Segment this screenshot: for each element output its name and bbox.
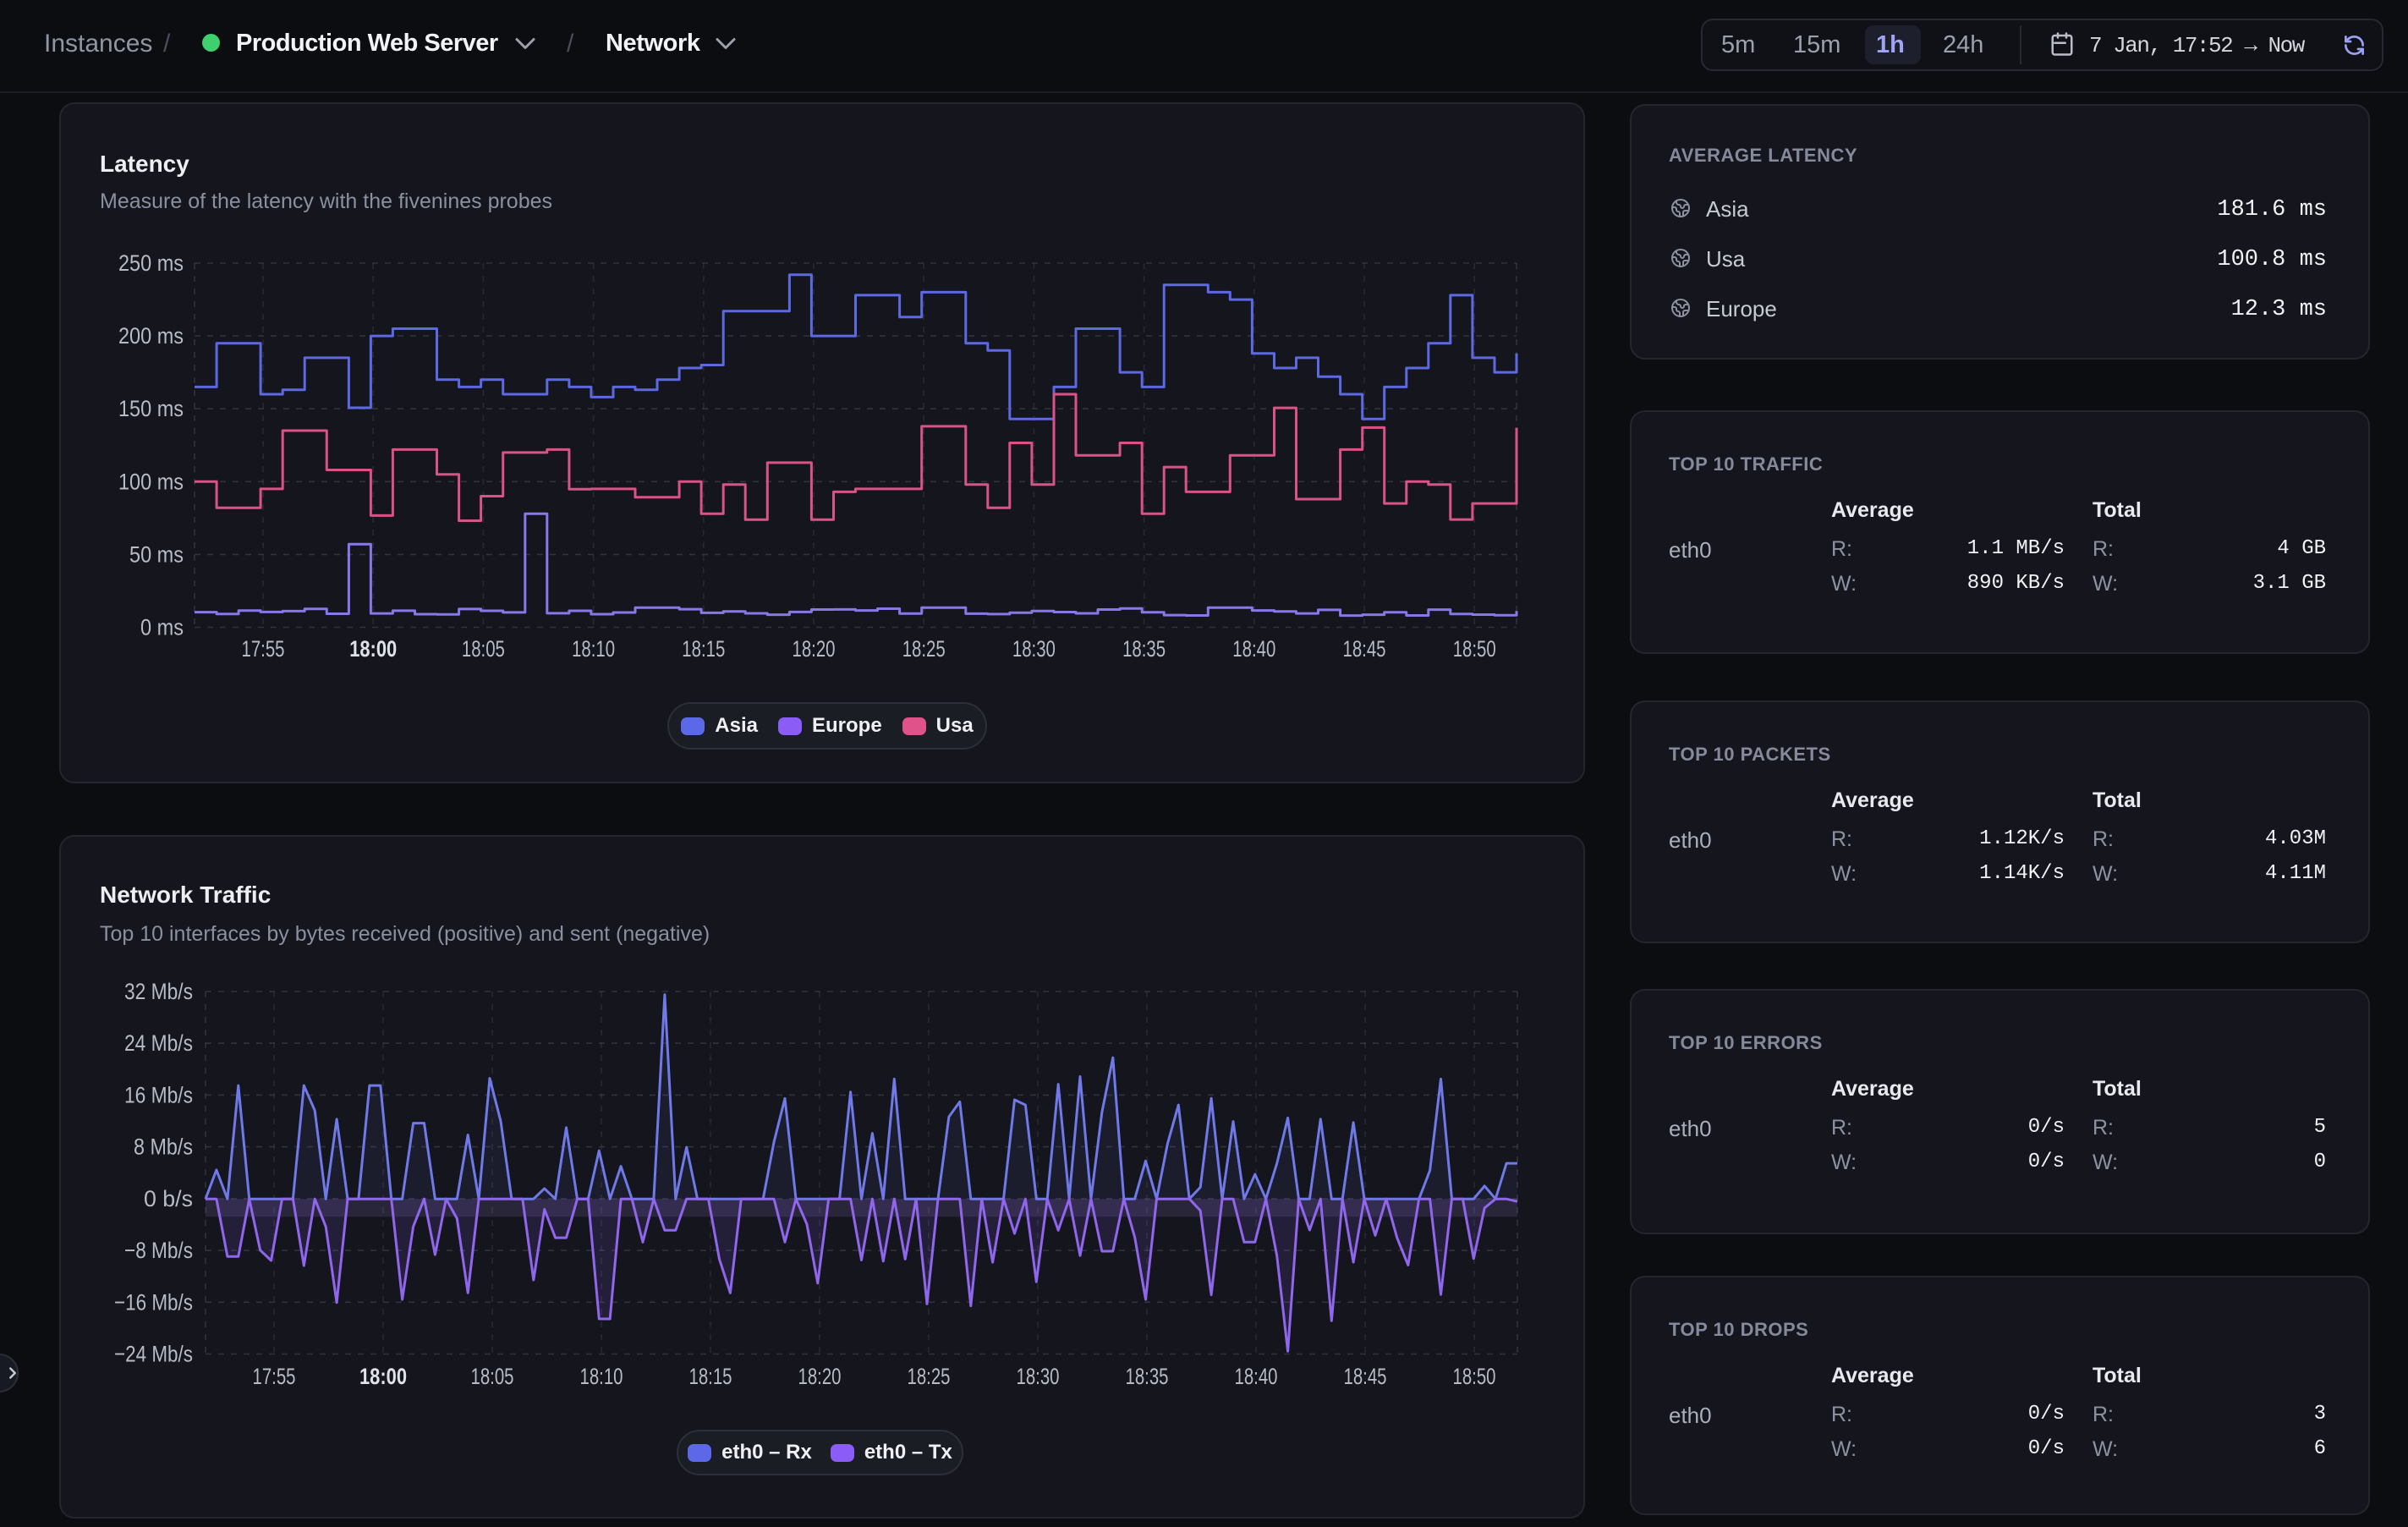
svg-text:16 Mb/s: 16 Mb/s (124, 1082, 193, 1107)
svg-text:18:40: 18:40 (1235, 1364, 1278, 1389)
svg-text:−24 Mb/s: −24 Mb/s (114, 1342, 193, 1367)
svg-text:18:30: 18:30 (1012, 636, 1056, 662)
svg-text:18:15: 18:15 (682, 636, 725, 662)
svg-text:18:05: 18:05 (462, 636, 505, 662)
svg-text:−8 Mb/s: −8 Mb/s (124, 1238, 193, 1263)
svg-text:18:35: 18:35 (1122, 636, 1166, 662)
svg-text:18:25: 18:25 (908, 1364, 951, 1389)
svg-text:0 ms: 0 ms (140, 615, 184, 640)
svg-text:8 Mb/s: 8 Mb/s (134, 1134, 193, 1160)
svg-text:50 ms: 50 ms (129, 541, 184, 567)
svg-text:18:35: 18:35 (1126, 1364, 1169, 1389)
svg-text:18:10: 18:10 (572, 636, 615, 662)
svg-text:18:50: 18:50 (1453, 1364, 1496, 1389)
svg-text:18:40: 18:40 (1232, 636, 1275, 662)
svg-text:32 Mb/s: 32 Mb/s (124, 979, 193, 1004)
svg-text:18:20: 18:20 (793, 636, 836, 662)
svg-text:18:45: 18:45 (1344, 1364, 1387, 1389)
svg-text:18:15: 18:15 (689, 1364, 732, 1389)
svg-text:18:00: 18:00 (359, 1364, 407, 1389)
svg-text:18:05: 18:05 (471, 1364, 514, 1389)
svg-text:150 ms: 150 ms (118, 396, 184, 421)
svg-text:18:10: 18:10 (580, 1364, 623, 1389)
svg-text:18:45: 18:45 (1343, 636, 1386, 662)
svg-text:18:25: 18:25 (902, 636, 946, 662)
svg-text:18:30: 18:30 (1017, 1364, 1060, 1389)
svg-text:200 ms: 200 ms (118, 323, 184, 349)
svg-text:24 Mb/s: 24 Mb/s (124, 1030, 193, 1056)
svg-text:18:20: 18:20 (798, 1364, 842, 1389)
svg-text:18:00: 18:00 (349, 636, 397, 662)
svg-text:0 b/s: 0 b/s (144, 1186, 193, 1211)
svg-text:100 ms: 100 ms (118, 469, 184, 494)
svg-text:18:50: 18:50 (1453, 636, 1496, 662)
svg-text:−16 Mb/s: −16 Mb/s (114, 1289, 193, 1315)
svg-text:17:55: 17:55 (242, 636, 285, 662)
svg-text:250 ms: 250 ms (118, 250, 184, 276)
svg-text:17:55: 17:55 (253, 1364, 296, 1389)
